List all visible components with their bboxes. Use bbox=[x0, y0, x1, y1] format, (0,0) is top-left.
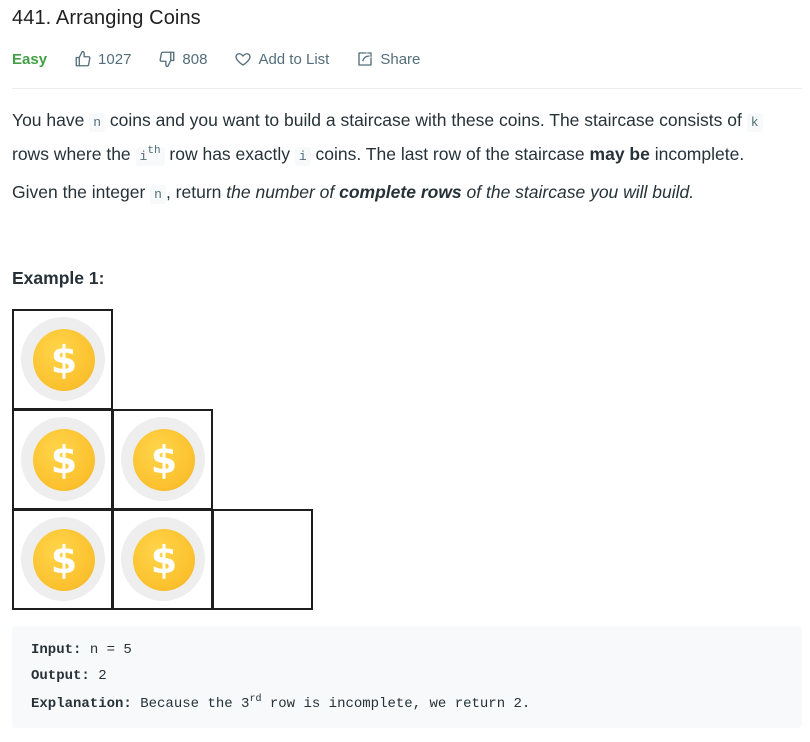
dollar-coin-icon: $ bbox=[33, 429, 95, 491]
inline-code: n bbox=[150, 185, 166, 204]
example-output: Output: 2 bbox=[31, 668, 107, 684]
add-to-list-button[interactable]: Add to List bbox=[234, 50, 329, 68]
staircase-cell: $ bbox=[112, 409, 213, 510]
thumbs-down-icon bbox=[159, 51, 175, 68]
difficulty-badge: Easy bbox=[12, 50, 48, 68]
staircase-cell: $ bbox=[12, 309, 113, 410]
description-paragraph-1: You have n coins and you want to build a… bbox=[12, 106, 804, 171]
share-button[interactable]: Share bbox=[356, 50, 420, 68]
staircase-cell: $ bbox=[12, 409, 113, 510]
page-title: 441. Arranging Coins bbox=[12, 7, 201, 29]
like-count: 1027 bbox=[98, 50, 132, 68]
heart-icon bbox=[235, 53, 252, 66]
inline-code: i bbox=[294, 147, 311, 166]
dollar-coin-icon: $ bbox=[133, 529, 195, 591]
example-input: Input: n = 5 bbox=[31, 642, 132, 658]
example-explanation: Explanation: Because the 3rd row is inco… bbox=[31, 694, 531, 712]
staircase-cell: $ bbox=[112, 509, 213, 610]
share-icon bbox=[358, 52, 373, 66]
coin-symbol: $ bbox=[50, 338, 78, 382]
dislike-count: 808 bbox=[182, 50, 208, 68]
coin-symbol: $ bbox=[150, 438, 178, 482]
like-button[interactable]: 1027 bbox=[74, 50, 131, 68]
add-to-list-label: Add to List bbox=[258, 50, 330, 68]
staircase-cell: $ bbox=[12, 509, 113, 610]
inline-code: ith bbox=[135, 145, 165, 166]
inline-code: k bbox=[746, 113, 763, 132]
problem-meta-bar: Easy 1027 808 Add to List Share bbox=[12, 48, 447, 70]
example-title: Example 1: bbox=[12, 268, 105, 288]
dislike-button[interactable]: 808 bbox=[158, 50, 207, 68]
coin-symbol: $ bbox=[50, 538, 78, 582]
staircase-cell bbox=[212, 509, 313, 610]
bold-text: may be bbox=[589, 144, 650, 164]
coin-symbol: $ bbox=[50, 438, 78, 482]
thumbs-up-icon bbox=[75, 50, 91, 67]
description-paragraph-2: Given the integer n, return the number o… bbox=[12, 182, 695, 204]
staircase-diagram: $ $ $ $ $ bbox=[0, 300, 330, 620]
dollar-coin-icon: $ bbox=[133, 429, 195, 491]
header-divider bbox=[12, 88, 802, 89]
coin-symbol: $ bbox=[150, 538, 178, 582]
dollar-coin-icon: $ bbox=[33, 329, 95, 391]
inline-code: n bbox=[89, 113, 106, 132]
bold-italic-text: complete rows bbox=[339, 182, 462, 202]
share-label: Share bbox=[380, 50, 421, 68]
dollar-coin-icon: $ bbox=[33, 529, 95, 591]
example-code-block: Input: n = 5 Output: 2 Explanation: Beca… bbox=[12, 626, 802, 728]
